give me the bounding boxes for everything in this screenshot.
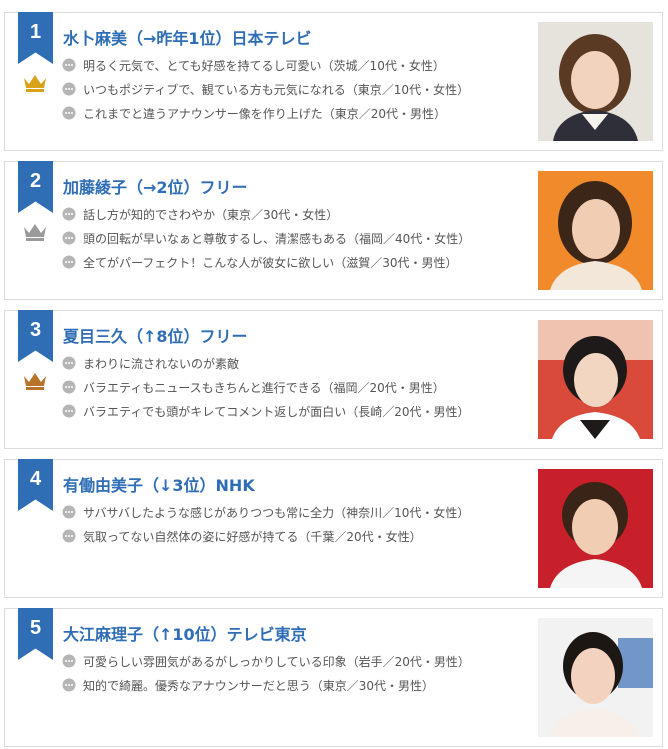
speech-bubble-icon [62,207,76,221]
comment-text: 全てがパーフェクト！こんな人が彼女に欲しい（滋賀／30代・男性） [83,255,458,270]
comment-text: 可愛らしい雰囲気があるがしっかりしている印象（岩手／20代・男性） [83,654,470,669]
comment-text: 明るく元気で、とても好感を持てるし可愛い（茨城／10代・女性） [83,58,445,73]
entry-title[interactable]: 夏目三久（↑8位）フリー [63,323,248,347]
comment-text: まわりに流されないのが素敵 [83,356,240,371]
comment-list: サバサバしたような感じがありつつも常に全力（神奈川／10代・女性） 気取ってない… [62,500,469,548]
rank-badge: 1 [18,12,53,64]
comment-text: これまでと違うアナウンサー像を作り上げた（東京／20代・男性） [83,106,447,121]
rank-badge: 3 [18,310,53,362]
announcer-photo[interactable] [538,171,653,290]
speech-bubble-icon [62,678,76,692]
comment-text: バラエティでも頭がキレてコメント返しが面白い（長崎／20代・男性） [83,404,470,419]
comment-text: 知的で綺麗。優秀なアナウンサーだと思う（東京／30代・男性） [83,678,435,693]
comment-item: 知的で綺麗。優秀なアナウンサーだと思う（東京／30代・男性） [62,673,470,697]
comment-text: 気取ってない自然体の姿に好感が持てる（千葉／20代・女性） [83,529,422,544]
comment-list: 明るく元気で、とても好感を持てるし可愛い（茨城／10代・女性） いつもポジティブ… [62,53,469,125]
comment-item: 頭の回転が早いなぁと尊敬するし、清潔感もある（福岡／40代・女性） [62,226,470,250]
speech-bubble-icon [62,356,76,370]
entry-title[interactable]: 大江麻理子（↑10位）テレビ東京 [63,621,307,645]
ranking-card-1: 1 水卜麻美（→昨年1位）日本テレビ 明るく元気で、とても好感を持てるし可愛い（… [4,12,663,151]
speech-bubble-icon [62,505,76,519]
silver-crown-icon [24,224,46,241]
rank-badge: 4 [18,459,53,511]
comment-text: サバサバしたような感じがありつつも常に全力（神奈川／10代・女性） [83,505,470,520]
entry-title[interactable]: 加藤綾子（→2位）フリー [63,174,248,198]
comment-item: バラエティもニュースもきちんと進行できる（福岡／20代・男性） [62,375,470,399]
comment-item: 全てがパーフェクト！こんな人が彼女に欲しい（滋賀／30代・男性） [62,250,470,274]
entry-title[interactable]: 水卜麻美（→昨年1位）日本テレビ [63,25,312,49]
ranking-card-4: 4 有働由美子（↓3位）NHK サバサバしたような感じがありつつも常に全力（神奈… [4,459,663,598]
comment-item: 話し方が知的でさわやか（東京／30代・女性） [62,202,470,226]
comment-text: 頭の回転が早いなぁと尊敬するし、清潔感もある（福岡／40代・女性） [83,231,471,246]
comment-list: まわりに流されないのが素敵 バラエティもニュースもきちんと進行できる（福岡／20… [62,351,470,423]
comment-item: 気取ってない自然体の姿に好感が持てる（千葉／20代・女性） [62,524,469,548]
rank-badge: 2 [18,161,53,213]
comment-text: 話し方が知的でさわやか（東京／30代・女性） [83,207,339,222]
ranking-card-3: 3 夏目三久（↑8位）フリー まわりに流されないのが素敵 バラエティもニュースも… [4,310,663,449]
comment-item: これまでと違うアナウンサー像を作り上げた（東京／20代・男性） [62,101,469,125]
speech-bubble-icon [62,82,76,96]
ranking-card-5: 5 大江麻理子（↑10位）テレビ東京 可愛らしい雰囲気があるがしっかりしている印… [4,608,663,747]
comment-list: 話し方が知的でさわやか（東京／30代・女性） 頭の回転が早いなぁと尊敬するし、清… [62,202,470,274]
speech-bubble-icon [62,255,76,269]
rank-badge: 5 [18,608,53,660]
speech-bubble-icon [62,106,76,120]
comment-item: いつもポジティブで、観ている方も元気になれる（東京／10代・女性） [62,77,469,101]
gold-crown-icon [24,75,46,92]
speech-bubble-icon [62,380,76,394]
comment-item: 明るく元気で、とても好感を持てるし可愛い（茨城／10代・女性） [62,53,469,77]
speech-bubble-icon [62,654,76,668]
speech-bubble-icon [62,404,76,418]
comment-item: バラエティでも頭がキレてコメント返しが面白い（長崎／20代・男性） [62,399,470,423]
announcer-photo[interactable] [538,22,653,141]
comment-list: 可愛らしい雰囲気があるがしっかりしている印象（岩手／20代・男性） 知的で綺麗。… [62,649,470,697]
announcer-photo[interactable] [538,469,653,588]
announcer-photo[interactable] [538,618,653,737]
comment-text: バラエティもニュースもきちんと進行できる（福岡／20代・男性） [83,380,445,395]
bronze-crown-icon [24,373,46,390]
comment-item: まわりに流されないのが素敵 [62,351,470,375]
comment-item: 可愛らしい雰囲気があるがしっかりしている印象（岩手／20代・男性） [62,649,470,673]
speech-bubble-icon [62,58,76,72]
ranking-card-2: 2 加藤綾子（→2位）フリー 話し方が知的でさわやか（東京／30代・女性） 頭の… [4,161,663,300]
comment-item: サバサバしたような感じがありつつも常に全力（神奈川／10代・女性） [62,500,469,524]
entry-title[interactable]: 有働由美子（↓3位）NHK [63,472,255,496]
speech-bubble-icon [62,529,76,543]
announcer-photo[interactable] [538,320,653,439]
speech-bubble-icon [62,231,76,245]
comment-text: いつもポジティブで、観ている方も元気になれる（東京／10代・女性） [83,82,470,97]
